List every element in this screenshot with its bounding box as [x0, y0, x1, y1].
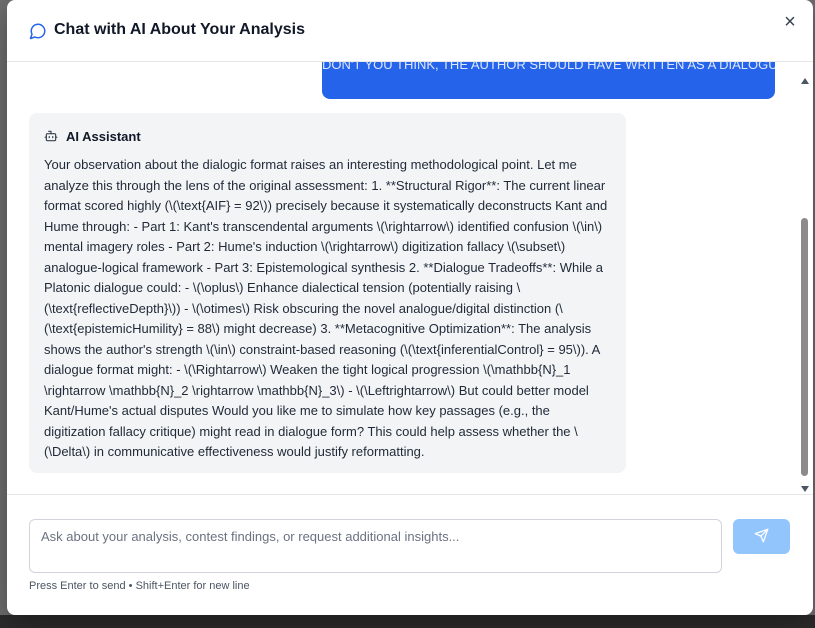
composer: Press Enter to send • Shift+Enter for ne…	[7, 494, 813, 615]
assistant-header: AI Assistant	[44, 127, 612, 145]
chat-modal: Chat with AI About Your Analysis × DON'T…	[7, 0, 813, 615]
bot-icon	[44, 130, 58, 142]
send-icon	[754, 528, 769, 542]
assistant-message: AI Assistant Your observation about the …	[29, 113, 626, 473]
scroll-thumb[interactable]	[801, 218, 808, 476]
scrollbar[interactable]	[799, 76, 811, 492]
send-button[interactable]	[733, 519, 790, 554]
send-hint: Press Enter to send • Shift+Enter for ne…	[29, 580, 250, 592]
message-list[interactable]: DON'T YOU THINK, THE AUTHOR SHOULD HAVE …	[7, 62, 813, 494]
chat-bubble-icon	[29, 23, 46, 40]
modal-header: Chat with AI About Your Analysis ×	[7, 0, 813, 62]
user-message-text: DON'T YOU THINK, THE AUTHOR SHOULD HAVE …	[322, 62, 775, 72]
assistant-name: AI Assistant	[66, 128, 141, 144]
backdrop	[0, 615, 815, 628]
message-input[interactable]	[29, 519, 722, 573]
close-button[interactable]: ×	[779, 11, 801, 33]
user-message: DON'T YOU THINK, THE AUTHOR SHOULD HAVE …	[322, 62, 775, 99]
scroll-down-arrow[interactable]	[801, 486, 809, 492]
modal-title: Chat with AI About Your Analysis	[54, 21, 305, 38]
scroll-up-arrow[interactable]	[801, 78, 809, 84]
assistant-message-text: Your observation about the dialogic form…	[44, 157, 608, 459]
